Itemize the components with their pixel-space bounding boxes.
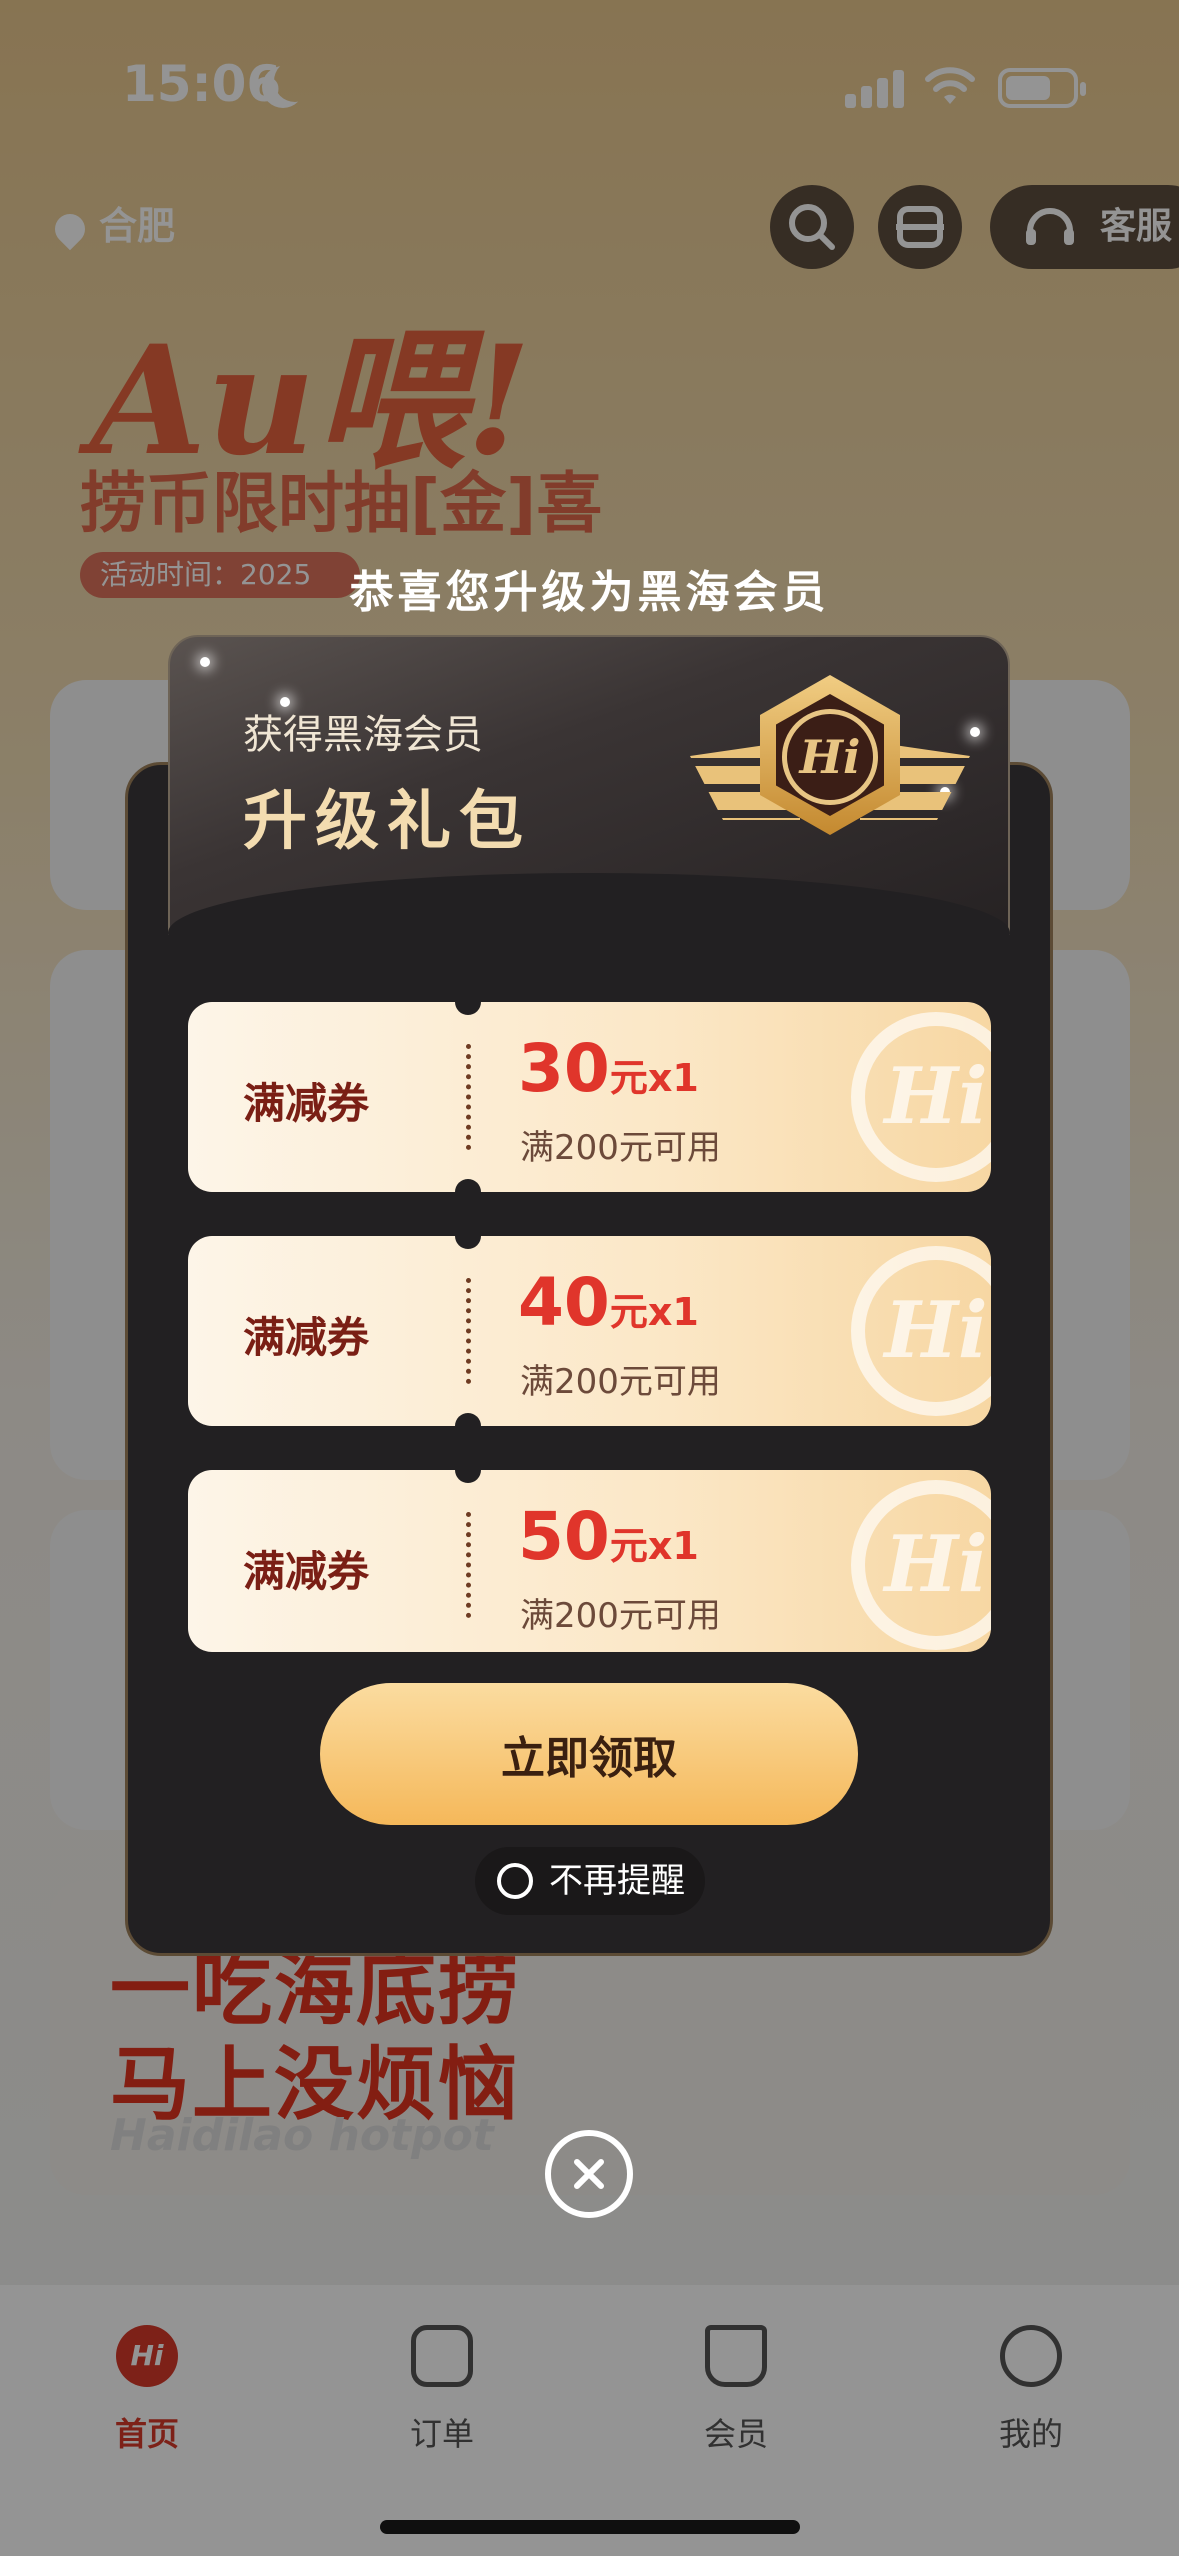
coupon-amount: 40元x1 [518, 1264, 699, 1341]
coupon-condition: 满200元可用 [520, 1362, 721, 1402]
hi-watermark-icon: Hi [851, 1246, 991, 1416]
coupon-amount: 30元x1 [518, 1030, 699, 1107]
claim-now-button[interactable]: 立即领取 [320, 1683, 858, 1825]
coupon-type: 满减券 [243, 1079, 370, 1128]
radio-unchecked-icon[interactable] [497, 1863, 533, 1899]
coupon-amount-value: 50 [518, 1498, 610, 1575]
coupon-type: 满减券 [243, 1313, 370, 1362]
sparkle [970, 727, 980, 737]
dont-remind-toggle[interactable]: 不再提醒 [475, 1847, 705, 1915]
coupon-amount-value: 40 [518, 1264, 610, 1341]
close-modal-button[interactable] [545, 2130, 633, 2218]
congrats-title: 恭喜您升级为黑海会员 [349, 567, 830, 618]
dont-remind-label: 不再提醒 [549, 1861, 685, 1901]
coupon-amount-unit: 元x1 [609, 1290, 699, 1334]
coupon-amount-unit: 元x1 [609, 1056, 699, 1100]
hi-watermark-icon: Hi [851, 1480, 991, 1650]
coupon-type: 满减券 [243, 1547, 370, 1596]
coupon-card: 满减券 30元x1 满200元可用 Hi [188, 1002, 991, 1192]
sparkle [200, 657, 210, 667]
coupon-amount: 50元x1 [518, 1498, 699, 1575]
coupon-amount-value: 30 [518, 1030, 610, 1107]
badge-hi-text: Hi [782, 709, 878, 805]
coupon-amount-unit: 元x1 [609, 1524, 699, 1568]
coupon-condition: 满200元可用 [520, 1596, 721, 1636]
hi-watermark-icon: Hi [851, 1012, 991, 1182]
coupon-card: 满减券 50元x1 满200元可用 Hi [188, 1470, 991, 1652]
header-title: 升级礼包 [243, 785, 531, 859]
coupon-condition: 满200元可用 [520, 1128, 721, 1168]
member-badge-icon: Hi [690, 665, 970, 895]
coupon-card: 满减券 40元x1 满200元可用 Hi [188, 1236, 991, 1426]
header-subtitle: 获得黑海会员 [243, 712, 483, 758]
